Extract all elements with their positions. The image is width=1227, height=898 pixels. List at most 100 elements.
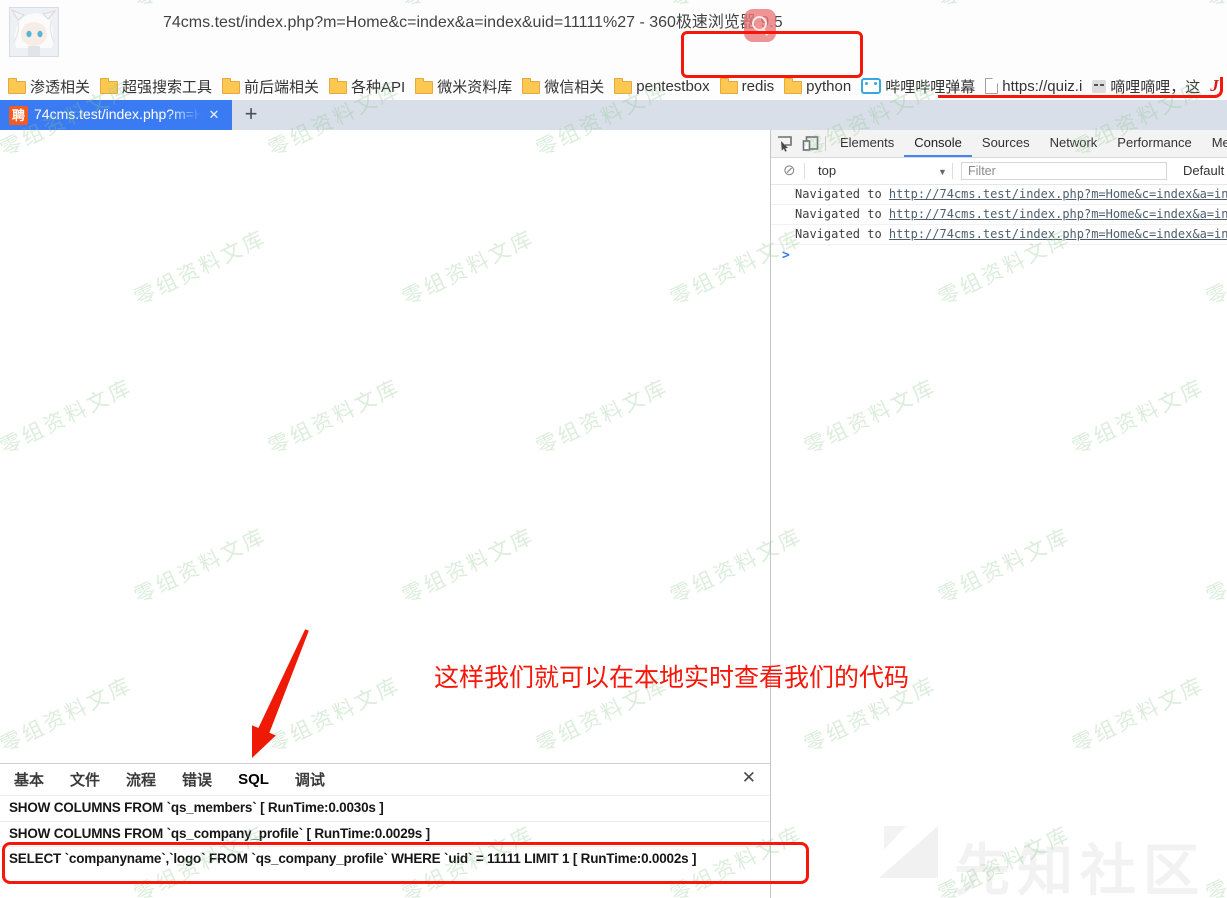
console-message-2: Navigated to http://74cms.test/index.php…	[771, 225, 1227, 245]
bilibili-icon	[861, 78, 881, 94]
console-filter-input[interactable]	[961, 162, 1167, 180]
trace-panel: 基本 文件 流程 错误 SQL 调试 ✕ SHOW COLUMNS FROM `qs_mem…	[0, 763, 770, 898]
watermark-text: 零组资料文库	[531, 669, 674, 759]
console-message-link[interactable]: http://74cms.test/index.php?m=Home&c=ind…	[889, 207, 1227, 221]
watermark-text: 零组资料文库	[0, 669, 137, 759]
tab-close-icon[interactable]: ✕	[205, 106, 223, 124]
context-selector[interactable]: top	[818, 163, 836, 178]
devtools-tab-memory[interactable]: Memory	[1202, 130, 1227, 157]
bookmark-label: 各种API	[351, 76, 405, 97]
console-message-link[interactable]: http://74cms.test/index.php?m=Home&c=ind…	[889, 187, 1227, 201]
bookmarks-bar: 渗透相关 超强搜索工具 前后端相关 各种API 微米资料库 微信相关 pentestbox r…	[0, 72, 1227, 100]
console-prompt[interactable]: >	[771, 248, 1227, 263]
avatar	[9, 7, 59, 57]
bookmark-label: 前后端相关	[244, 76, 319, 97]
inspect-element-icon[interactable]	[771, 130, 797, 157]
bookmark-item-1[interactable]: 超强搜索工具	[100, 76, 212, 97]
trace-tab-SQL[interactable]: SQL	[238, 771, 269, 788]
bookmark-item-11[interactable]: 嘀哩嘀哩，这	[1092, 76, 1200, 97]
bookmark-item-9[interactable]: 哔哩哔哩弹幕	[861, 76, 975, 97]
trace-tabbar: 基本 文件 流程 错误 SQL 调试 ✕	[0, 764, 770, 795]
console-message-1: Navigated to http://74cms.test/index.php…	[771, 205, 1227, 225]
folder-icon	[720, 81, 738, 94]
trace-tab-错误[interactable]: 错误	[182, 769, 212, 790]
bookmark-label: 微米资料库	[437, 76, 512, 97]
tab-title: 74cms.test/index.php?m=Home	[34, 106, 202, 122]
tab-favicon: 聘	[9, 106, 28, 125]
trace-tab-基本[interactable]: 基本	[14, 769, 44, 790]
watermark-text: 零组资料文库	[531, 371, 674, 461]
devtools-tab-network[interactable]: Network	[1040, 130, 1108, 157]
bookmark-item-0[interactable]: 渗透相关	[8, 76, 90, 97]
tab-strip: 聘 74cms.test/index.php?m=Home ✕ +	[0, 100, 1227, 130]
bookmark-label: 嘀哩嘀哩，这	[1110, 76, 1200, 97]
search-icon	[752, 16, 767, 31]
dili-icon	[1092, 80, 1106, 93]
folder-icon	[222, 81, 240, 94]
bookmark-label: 微信相关	[544, 76, 604, 97]
bookmark-label: https://quiz.i	[1002, 78, 1082, 95]
folder-icon	[614, 81, 632, 94]
clear-console-icon[interactable]: ⊘	[783, 163, 796, 179]
devtools-tab-elements[interactable]: Elements	[830, 130, 904, 157]
bookmark-label: pentestbox	[636, 78, 709, 95]
trace-sql-rows: SHOW COLUMNS FROM `qs_members` [ RunTime…	[0, 795, 770, 872]
trace-tab-调试[interactable]: 调试	[295, 769, 325, 790]
divider	[825, 136, 826, 151]
bookmark-label: 超强搜索工具	[122, 76, 212, 97]
device-toolbar-icon[interactable]	[797, 130, 823, 157]
log-levels-dropdown[interactable]: Default levels	[1183, 163, 1227, 178]
bookmark-item-5[interactable]: 微信相关	[522, 76, 604, 97]
folder-icon	[100, 81, 118, 94]
devtools-tab-sources[interactable]: Sources	[972, 130, 1040, 157]
folder-icon	[522, 81, 540, 94]
console-message-prefix: Navigated to	[795, 227, 889, 241]
trace-sql-row-0: SHOW COLUMNS FROM `qs_members` [ RunTime…	[0, 795, 770, 821]
trace-sql-row-2: SELECT `companyname`,`logo` FROM `qs_com…	[0, 846, 770, 872]
bookmark-label: redis	[742, 78, 775, 95]
bookmark-label: 渗透相关	[30, 76, 90, 97]
window-titlebar: 74cms.test/index.php?m=Home&c=index&a=in…	[0, 0, 1227, 34]
bookmark-item-3[interactable]: 各种API	[329, 76, 405, 97]
window-title: 74cms.test/index.php?m=Home&c=index&a=in…	[163, 8, 783, 32]
new-tab-button[interactable]: +	[236, 100, 266, 130]
watermark-text: 零组资料文库	[397, 222, 540, 312]
bookmark-item-12[interactable]: J	[1210, 76, 1219, 96]
watermark-text: 零组资料文库	[129, 520, 272, 610]
trace-close-icon[interactable]: ✕	[742, 768, 756, 788]
console-message-prefix: Navigated to	[795, 187, 889, 201]
bookmark-item-6[interactable]: pentestbox	[614, 78, 709, 95]
devtools-tab-console[interactable]: Console	[904, 130, 972, 157]
console-message-0: Navigated to http://74cms.test/index.php…	[771, 185, 1227, 205]
watermark-text: 零组资料文库	[0, 520, 3, 610]
devtools-tab-performance[interactable]: Performance	[1107, 130, 1201, 157]
trace-sql-row-1: SHOW COLUMNS FROM `qs_company_profile` […	[0, 821, 770, 847]
chevron-down-icon[interactable]: ▼	[938, 167, 947, 177]
console-toolbar: ⊘ top ▼ Default levels	[771, 158, 1227, 185]
bookmark-item-10[interactable]: https://quiz.i	[985, 78, 1082, 95]
bookmark-item-2[interactable]: 前后端相关	[222, 76, 319, 97]
folder-icon	[415, 81, 433, 94]
folder-icon	[8, 81, 26, 94]
console-message-link[interactable]: http://74cms.test/index.php?m=Home&c=ind…	[889, 227, 1227, 241]
watermark-text: 零组资料文库	[129, 222, 272, 312]
devtools-tabbar: ElementsConsoleSourcesNetworkPerformance…	[771, 130, 1227, 158]
page-icon	[985, 78, 998, 94]
search-button[interactable]	[744, 9, 776, 42]
devtools-panel: ElementsConsoleSourcesNetworkPerformance…	[770, 130, 1227, 898]
watermark-text: 零组资料文库	[263, 371, 406, 461]
bookmark-item-8[interactable]: python	[784, 78, 851, 95]
watermark-text: 零组资料文库	[0, 371, 137, 461]
folder-icon	[784, 81, 802, 94]
trace-tab-文件[interactable]: 文件	[70, 769, 100, 790]
nav-toolbar: 域名重定向 74cms.test/index.php?m=Home&c=inde…	[0, 34, 1227, 72]
watermark-text: 零组资料文库	[263, 669, 406, 759]
trace-tab-流程[interactable]: 流程	[126, 769, 156, 790]
bookmark-label: python	[806, 78, 851, 95]
browser-window: 74cms.test/index.php?m=Home&c=index&a=in…	[0, 0, 1227, 898]
folder-icon	[329, 81, 347, 94]
tab-74cms[interactable]: 聘 74cms.test/index.php?m=Home ✕	[0, 100, 232, 130]
bookmark-item-7[interactable]: redis	[720, 78, 775, 95]
bookmark-item-4[interactable]: 微米资料库	[415, 76, 512, 97]
watermark-text: 零组资料文库	[397, 520, 540, 610]
